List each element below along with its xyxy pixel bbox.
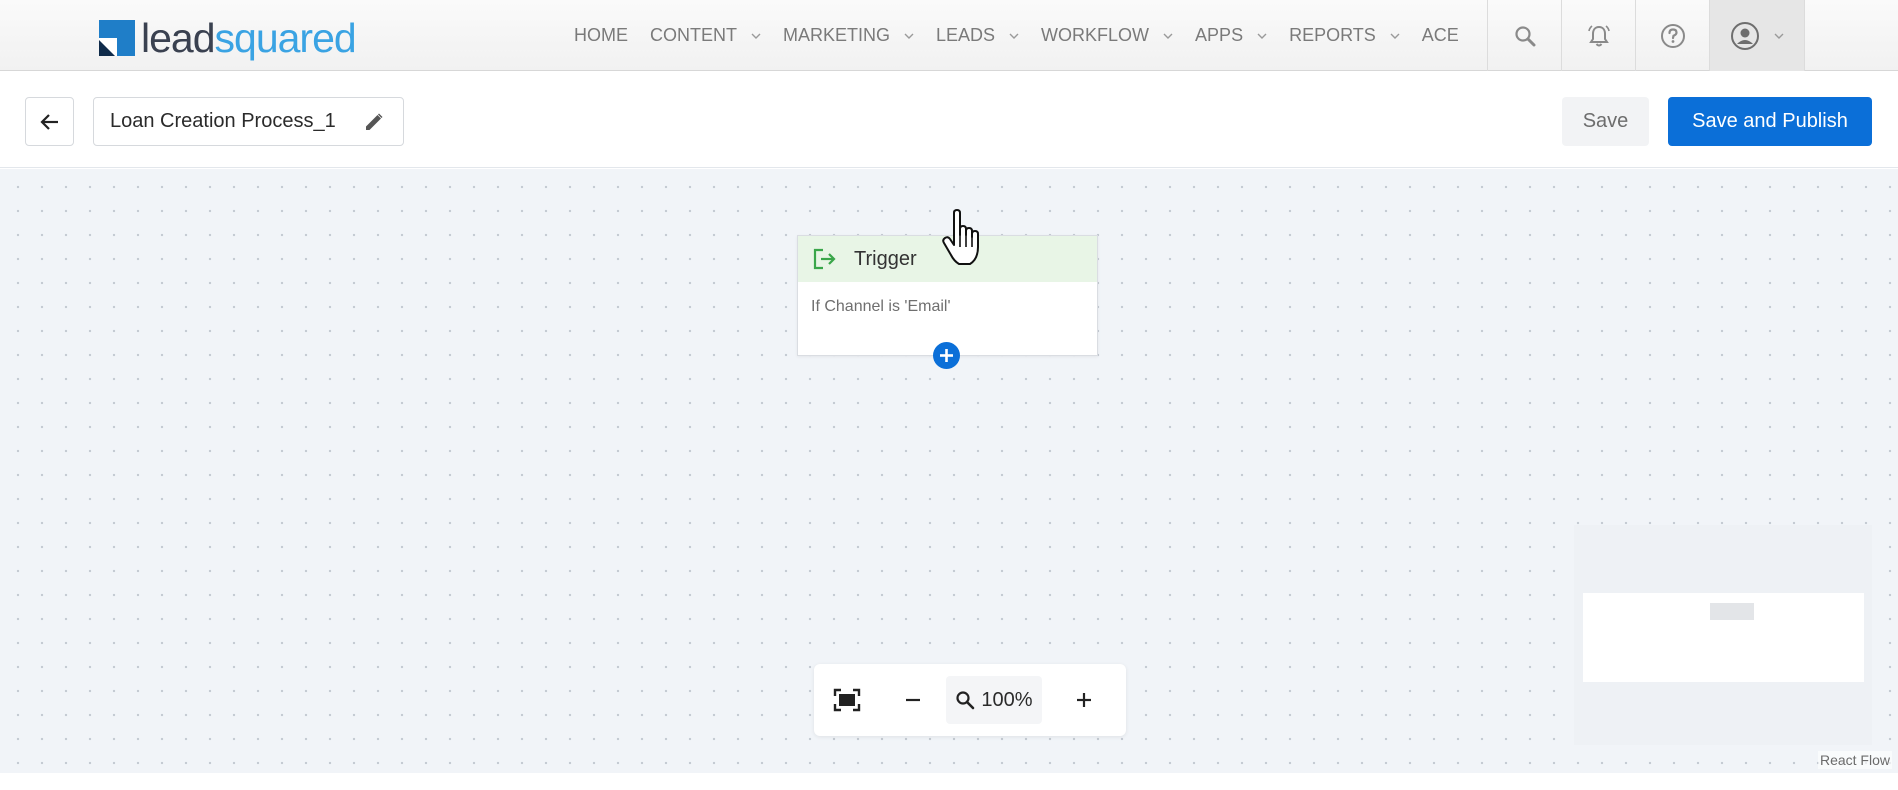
magnifier-icon [956, 691, 975, 710]
arrow-left-icon [39, 113, 58, 130]
fit-view-button[interactable] [814, 676, 880, 724]
user-menu-button[interactable] [1709, 0, 1805, 71]
search-button[interactable] [1487, 0, 1561, 71]
minimap-node [1710, 603, 1754, 620]
zoom-out-button[interactable] [880, 676, 946, 724]
minus-icon [906, 698, 920, 702]
chevron-down-icon [904, 33, 914, 39]
fit-view-icon [833, 688, 861, 712]
save-and-publish-button[interactable]: Save and Publish [1668, 97, 1872, 146]
plus-icon [1077, 693, 1091, 707]
process-name-text: Loan Creation Process_1 [110, 110, 336, 132]
trigger-node-title: Trigger [854, 247, 917, 270]
nav-item-marketing[interactable]: MARKETING [783, 0, 914, 71]
chevron-down-icon [1257, 33, 1267, 39]
nav-item-workflow[interactable]: WORKFLOW [1041, 0, 1173, 71]
process-name-field[interactable]: Loan Creation Process_1 [93, 97, 404, 146]
minimap-viewport[interactable] [1583, 593, 1864, 682]
pencil-icon[interactable] [363, 111, 385, 133]
nav-item-home[interactable]: HOME [574, 0, 628, 71]
chevron-down-icon [1163, 33, 1173, 39]
nav-utility-icons [1487, 0, 1898, 71]
help-icon [1660, 23, 1685, 48]
leadsquared-logo[interactable]: leadsquared [99, 15, 357, 61]
help-button[interactable] [1635, 0, 1709, 71]
nav-item-leads[interactable]: LEADS [936, 0, 1019, 71]
zoom-level-text: 100% [981, 688, 1033, 711]
notifications-button[interactable] [1561, 0, 1635, 71]
top-navigation-bar: leadsquared HOME CONTENT MARKETING LEADS… [0, 0, 1898, 71]
nav-item-content[interactable]: CONTENT [650, 0, 761, 71]
logo-wordmark: leadsquared [141, 15, 357, 61]
chevron-down-icon [1774, 33, 1784, 39]
search-icon [1514, 25, 1535, 46]
react-flow-attribution[interactable]: React Flow [1817, 751, 1892, 769]
nav-item-ace[interactable]: ACE [1422, 0, 1459, 71]
minimap[interactable] [1574, 525, 1872, 745]
zoom-level-display[interactable]: 100% [946, 676, 1042, 724]
chevron-down-icon [1390, 33, 1400, 39]
footer-strip [0, 773, 1898, 790]
chevron-down-icon [1009, 33, 1019, 39]
plus-icon [940, 349, 953, 362]
trigger-icon [813, 248, 836, 270]
main-menu: HOME CONTENT MARKETING LEADS WORKFLOW AP… [574, 0, 1481, 71]
add-node-button[interactable] [933, 342, 960, 369]
nav-item-apps[interactable]: APPS [1195, 0, 1267, 71]
nav-item-reports[interactable]: REPORTS [1289, 0, 1400, 71]
bell-icon [1587, 24, 1610, 46]
chevron-down-icon [751, 33, 761, 39]
user-avatar-icon [1731, 21, 1759, 50]
trigger-node-condition: If Channel is 'Email' [811, 298, 951, 315]
save-button[interactable]: Save [1562, 97, 1649, 146]
flow-canvas[interactable]: Trigger If Channel is 'Email' 100% React… [0, 169, 1898, 773]
back-button[interactable] [25, 97, 74, 146]
zoom-in-button[interactable] [1042, 676, 1126, 724]
process-toolbar: Loan Creation Process_1 Save Save and Pu… [0, 72, 1898, 168]
logo-mark-icon [99, 20, 135, 56]
hand-pointer-cursor-icon [942, 209, 979, 265]
zoom-controls: 100% [814, 664, 1126, 736]
